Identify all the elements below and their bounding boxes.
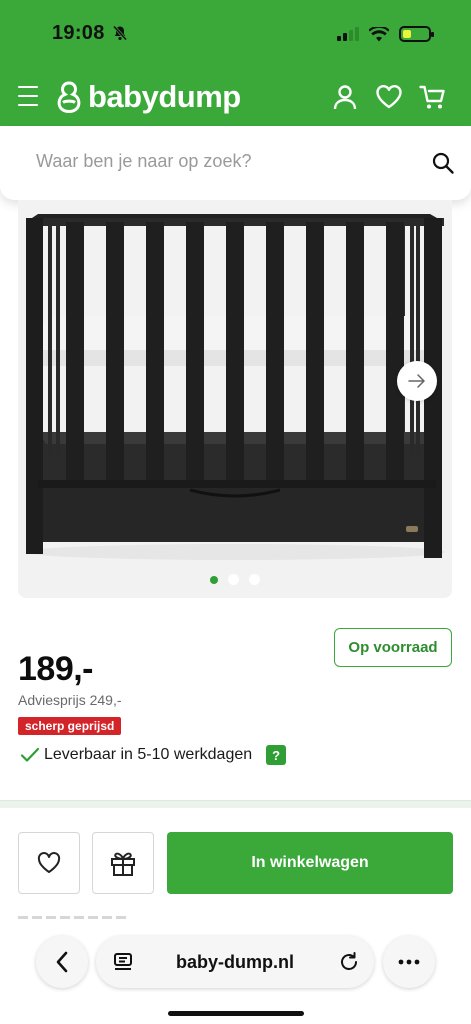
- product-image-crib[interactable]: [18, 200, 452, 598]
- heart-icon: [37, 852, 61, 873]
- heart-icon[interactable]: [375, 83, 403, 111]
- gallery-dot[interactable]: [210, 575, 218, 584]
- silent-bell-icon: [112, 25, 128, 41]
- menu-icon[interactable]: [18, 86, 38, 108]
- wifi-icon: [369, 26, 389, 41]
- delivery-text: Leverbaar in 5-10 werkdagen: [44, 746, 253, 763]
- brand-name: babydump: [88, 79, 241, 114]
- browser-toolbar: baby-dump.nl: [0, 920, 471, 1024]
- advice-price: Adviesprijs 249,-: [18, 692, 122, 708]
- search-input[interactable]: [36, 151, 396, 172]
- search-bar: [0, 126, 471, 200]
- more-dots-icon: [398, 959, 420, 965]
- site-header: babydump: [0, 70, 471, 126]
- next-image-button[interactable]: [397, 361, 437, 401]
- gift-icon: [111, 852, 135, 876]
- delivery-help-icon[interactable]: ?: [266, 745, 287, 765]
- section-divider: [0, 800, 471, 808]
- add-to-cart-button[interactable]: In winkelwagen: [167, 832, 453, 894]
- purchase-actions: In winkelwagen: [0, 808, 471, 918]
- delivery-info: Leverbaar in 5-10 werkdagen ?: [20, 745, 287, 765]
- chevron-left-icon: [56, 951, 68, 973]
- back-button[interactable]: [36, 936, 88, 988]
- search-icon[interactable]: [431, 151, 455, 175]
- arrow-right-icon: [408, 374, 425, 388]
- logo-mark-icon: [57, 81, 81, 113]
- url-text: baby-dump.nl: [176, 952, 294, 972]
- gift-button[interactable]: [92, 832, 154, 894]
- status-bar: 19:08: [0, 0, 471, 70]
- status-time: 19:08: [52, 22, 105, 44]
- checkmark-icon: [20, 747, 40, 762]
- battery-icon: [399, 26, 434, 42]
- gallery-pagination: [18, 574, 452, 585]
- status-indicators: [337, 26, 434, 42]
- battery-level: [403, 30, 411, 38]
- more-options-button[interactable]: [383, 936, 435, 988]
- truncated-section-heading: [18, 916, 128, 919]
- account-icon[interactable]: [331, 83, 359, 111]
- sharp-price-badge: scherp geprijsd: [18, 717, 122, 735]
- reload-icon[interactable]: [338, 951, 360, 973]
- address-bar[interactable]: baby-dump.nl: [96, 936, 374, 988]
- header-actions: [331, 83, 447, 111]
- home-indicator: [168, 1011, 304, 1016]
- stock-status-badge: Op voorraad: [334, 628, 452, 667]
- cellular-signal-icon: [337, 27, 359, 41]
- gallery-dot[interactable]: [228, 574, 239, 585]
- gallery-dot[interactable]: [249, 574, 260, 585]
- product-price: 189,-: [18, 650, 94, 688]
- wishlist-button[interactable]: [18, 832, 80, 894]
- brand-logo[interactable]: babydump: [56, 79, 241, 115]
- cart-icon[interactable]: [419, 83, 447, 111]
- product-gallery[interactable]: [18, 200, 452, 598]
